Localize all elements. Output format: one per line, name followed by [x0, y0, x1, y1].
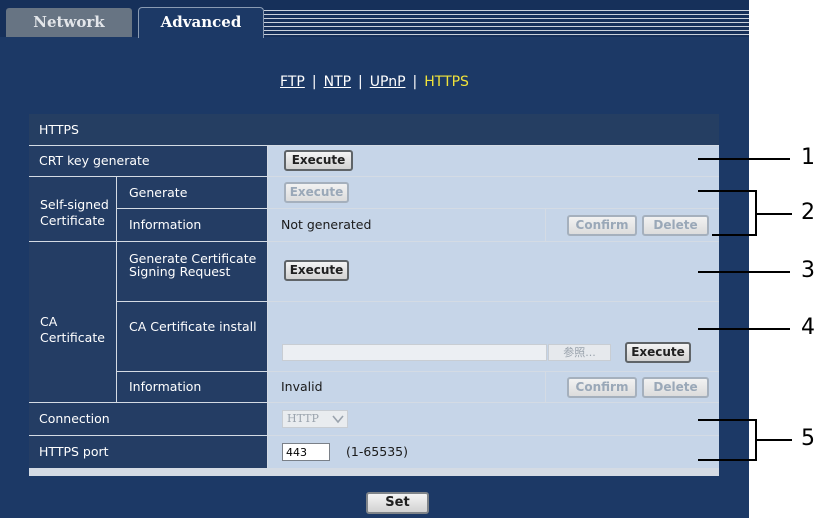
tab-decor-line [264, 18, 749, 19]
ca-delete-button[interactable]: Delete [642, 377, 709, 398]
tab-decor-line [264, 14, 749, 15]
callout-number-2: 2 [801, 200, 815, 225]
self-signed-generate-label: Generate [117, 177, 267, 208]
ca-status: Invalid [268, 372, 545, 402]
callout-line-2 [698, 190, 756, 192]
tab-decor-line [264, 34, 749, 35]
tab-network[interactable]: Network [6, 8, 132, 37]
subnav-upnp[interactable]: UPnP [370, 74, 406, 90]
self-signed-generate-cell: Execute [268, 177, 719, 208]
self-signed-information-label: Information [117, 209, 267, 241]
connection-label: Connection [29, 403, 267, 435]
ca-group-label: CA Certificate [29, 242, 116, 402]
self-signed-confirm-button[interactable]: Confirm [567, 215, 637, 236]
settings-panel: Network Advanced FTP | NTP | UPnP | HTTPS HTTP… [0, 0, 749, 518]
crt-key-generate-cell: Execute [268, 146, 719, 176]
self-signed-execute-button[interactable]: Execute [284, 182, 349, 203]
callout-line-4 [698, 328, 790, 330]
browse-button[interactable]: 参照... [548, 344, 611, 361]
tab-decor-line [264, 30, 749, 31]
callout-line-5 [755, 439, 792, 441]
callout-number-3: 3 [801, 258, 815, 283]
tab-advanced[interactable]: Advanced [138, 7, 264, 38]
subnav-ntp[interactable]: NTP [324, 74, 351, 90]
https-port-label: HTTPS port [29, 436, 267, 468]
subnav-https[interactable]: HTTPS [424, 74, 469, 90]
ca-confirm-button[interactable]: Confirm [567, 377, 637, 398]
callout-number-5: 5 [801, 426, 815, 451]
subnav-separator: | [358, 74, 363, 90]
self-signed-status: Not generated [268, 209, 545, 241]
ca-actions-cell: Confirm Delete [546, 372, 719, 402]
self-signed-delete-button[interactable]: Delete [642, 215, 709, 236]
crt-key-generate-label: CRT key generate [29, 146, 267, 176]
tab-decor-line [264, 10, 749, 11]
ca-information-label: Information [117, 372, 267, 402]
crt-key-execute-button[interactable]: Execute [284, 150, 353, 171]
tab-decor-line [264, 26, 749, 27]
ca-csr-label: Generate Certificate Signing Request [117, 242, 267, 301]
tab-bar: Network Advanced [0, 0, 749, 38]
sub-navigation: FTP | NTP | UPnP | HTTPS [0, 74, 749, 90]
subnav-separator: | [412, 74, 418, 90]
callout-number-4: 4 [801, 315, 815, 340]
connection-select[interactable]: HTTP [282, 410, 348, 428]
https-settings-card: HTTPS CRT key generate Execute Self-sign… [29, 114, 719, 476]
ca-csr-cell: Execute [268, 242, 719, 301]
ca-file-path-input[interactable] [282, 344, 547, 361]
callout-line-2 [712, 234, 756, 236]
https-port-cell: (1-65535) [268, 436, 719, 468]
callout-number-1: 1 [801, 145, 815, 170]
connection-cell: HTTP [268, 403, 719, 435]
callout-line-2 [755, 213, 792, 215]
self-signed-group-label: Self-signed Certificate [29, 177, 116, 241]
self-signed-actions-cell: Confirm Delete [546, 209, 719, 241]
ca-install-cell: 参照... Execute [268, 302, 719, 371]
https-port-input[interactable] [282, 443, 330, 461]
subnav-ftp[interactable]: FTP [280, 74, 305, 90]
callout-line-5 [698, 459, 756, 461]
callout-line-1 [698, 158, 790, 160]
ca-csr-execute-button[interactable]: Execute [284, 260, 349, 281]
chevron-down-icon [332, 415, 344, 424]
callout-line-3 [698, 271, 790, 273]
https-port-range: (1-65535) [346, 444, 408, 459]
callout-line-5 [698, 419, 756, 421]
set-button[interactable]: Set [366, 492, 429, 514]
ca-install-execute-button[interactable]: Execute [625, 342, 691, 363]
ca-install-label: CA Certificate install [117, 302, 267, 371]
subnav-separator: | [311, 74, 317, 90]
connection-select-value: HTTP [287, 412, 319, 425]
tab-decor-line [264, 22, 749, 23]
section-title: HTTPS [29, 114, 719, 145]
